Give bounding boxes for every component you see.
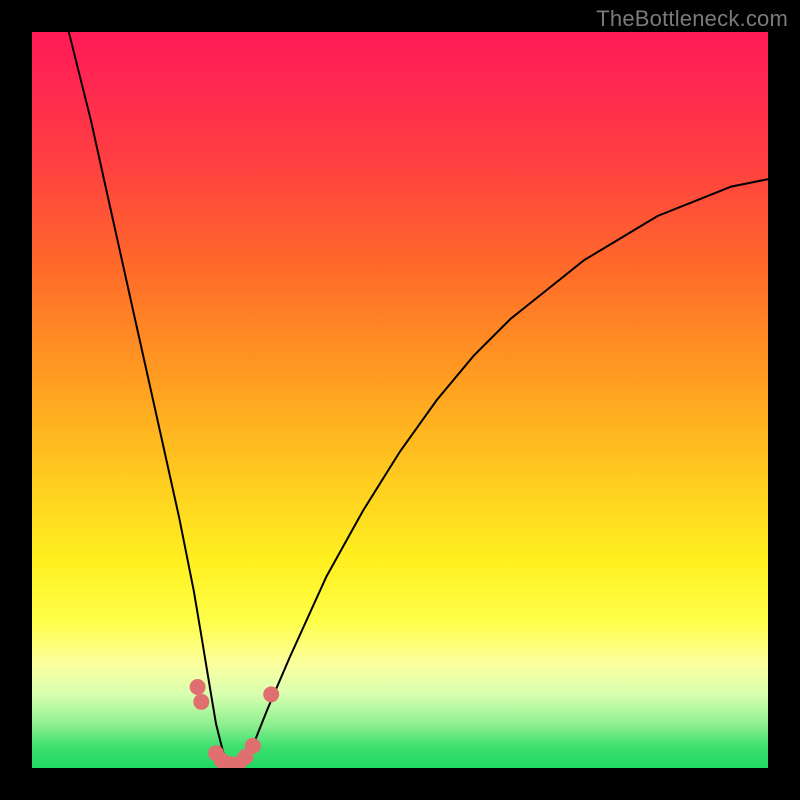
plot-area <box>32 32 768 768</box>
data-marker <box>245 738 261 754</box>
marker-group <box>190 679 280 768</box>
watermark-text: TheBottleneck.com <box>596 6 788 32</box>
chart-frame: TheBottleneck.com <box>0 0 800 800</box>
data-marker <box>190 679 206 695</box>
curve-svg <box>32 32 768 768</box>
data-marker <box>193 694 209 710</box>
data-marker <box>263 686 279 702</box>
bottleneck-curve <box>69 32 768 768</box>
